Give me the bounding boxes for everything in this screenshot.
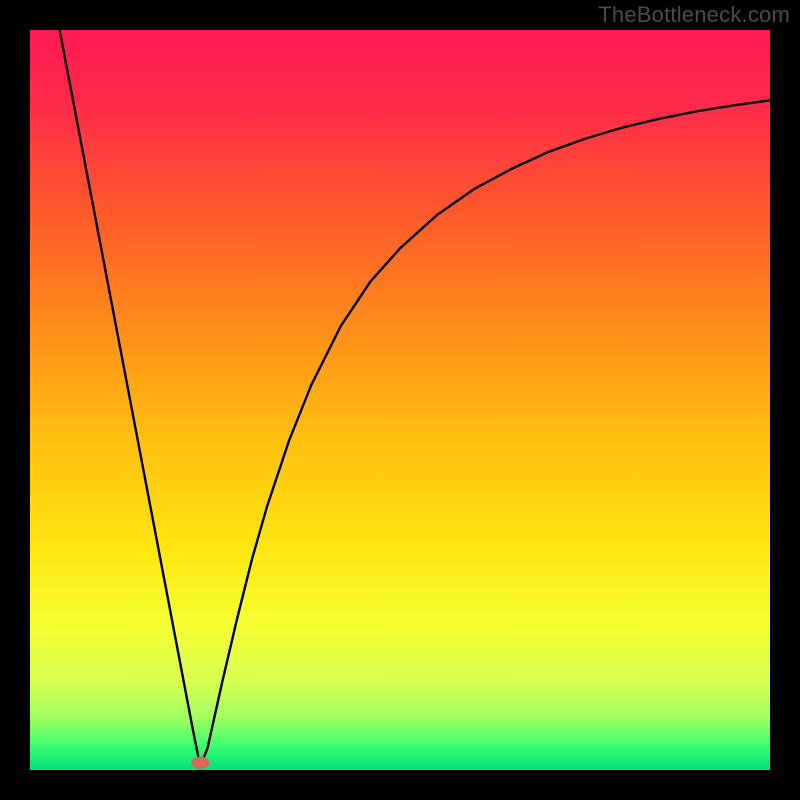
chart-container: TheBottleneck.com	[0, 0, 800, 800]
chart-plot-area	[30, 30, 770, 770]
optimal-point-marker	[191, 757, 209, 769]
attribution-text: TheBottleneck.com	[598, 2, 790, 28]
bottleneck-chart	[0, 0, 800, 800]
